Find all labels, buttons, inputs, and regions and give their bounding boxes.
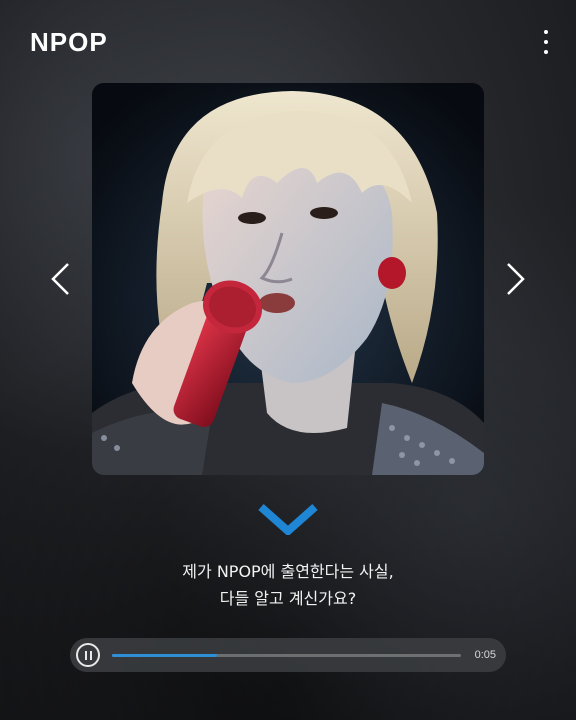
caption-line-1: 제가 NPOP에 출연한다는 사실, [182, 562, 394, 581]
more-menu-button[interactable] [538, 28, 554, 56]
scroll-down-indicator [257, 503, 319, 537]
elapsed-time: 0:05 [474, 649, 496, 661]
previous-button[interactable] [48, 262, 78, 296]
singer-illustration [92, 83, 484, 475]
caption-line-2: 다들 알고 계신가요? [219, 589, 357, 608]
pause-button[interactable] [76, 643, 100, 667]
pause-icon [84, 650, 87, 660]
progress-fill [112, 653, 217, 657]
next-button[interactable] [498, 262, 528, 296]
chevron-left-icon [51, 263, 69, 295]
progress-bar[interactable] [112, 653, 461, 657]
chevron-down-icon [258, 504, 318, 537]
caption-text: 제가 NPOP에 출연한다는 사실, 다들 알고 계신가요? [0, 558, 576, 612]
chevron-right-icon [507, 263, 525, 295]
artist-photo [92, 83, 484, 475]
more-vertical-icon [544, 30, 548, 34]
app-logo: NPOP [30, 26, 108, 57]
audio-player: 0:05 [70, 638, 506, 672]
